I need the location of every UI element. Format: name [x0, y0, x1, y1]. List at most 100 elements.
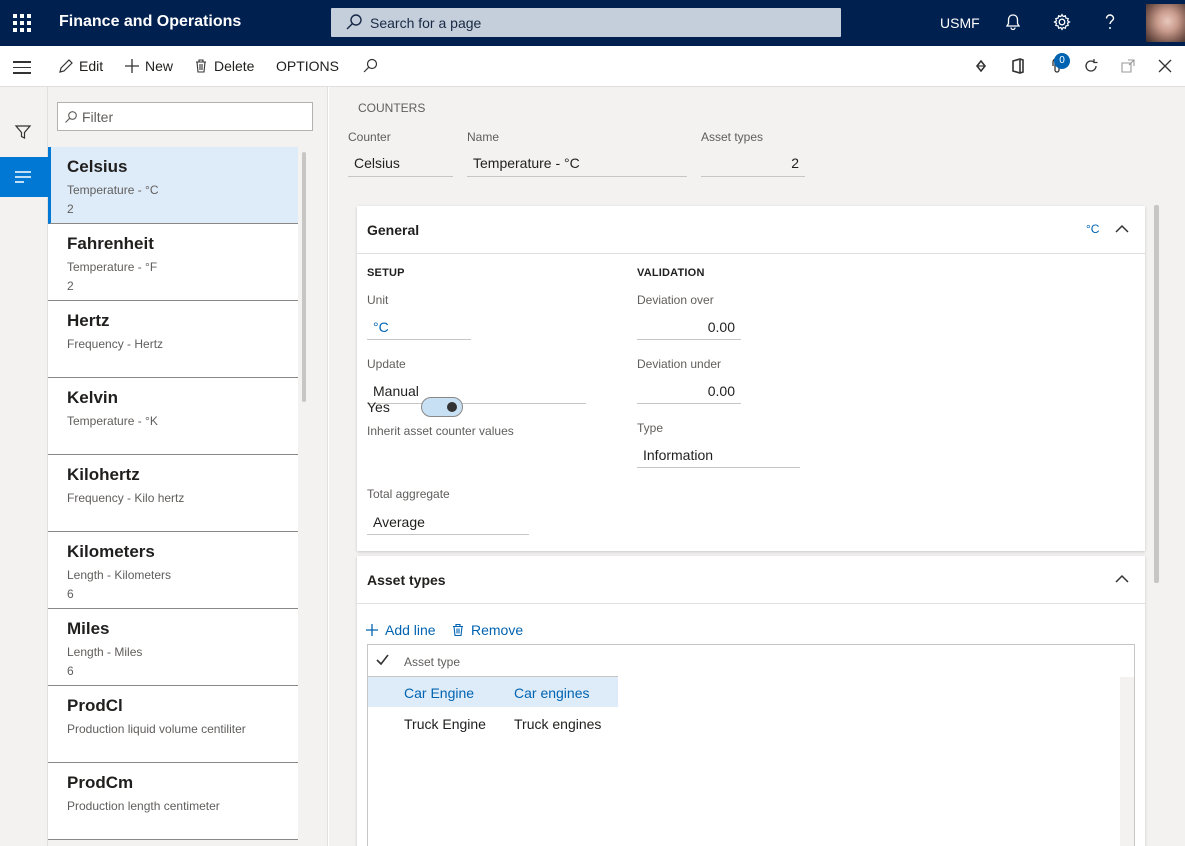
- asset-types-grid: Asset type Car Engine Car engines Truck …: [367, 644, 1135, 846]
- asset-types-title: Asset types: [367, 572, 446, 588]
- list-item[interactable]: Fahrenheit Temperature - °F 2: [48, 224, 298, 301]
- office-icon[interactable]: [1009, 57, 1027, 75]
- name-field[interactable]: Temperature - °C: [467, 149, 687, 177]
- list-item-title: Kilometers: [67, 542, 155, 561]
- filter-icon[interactable]: [14, 123, 32, 141]
- asset-type-cell[interactable]: Car Engine: [404, 685, 474, 701]
- power-apps-icon[interactable]: [972, 57, 990, 75]
- unit-label: Unit: [367, 293, 389, 307]
- delete-button[interactable]: Delete: [193, 58, 254, 74]
- details-scrollbar[interactable]: [1154, 205, 1159, 583]
- unit-field[interactable]: °C: [367, 312, 471, 340]
- filter-box[interactable]: [57, 102, 313, 131]
- remove-label: Remove: [471, 622, 524, 638]
- update-label: Update: [367, 357, 406, 371]
- open-in-new-window-icon[interactable]: [1119, 57, 1137, 75]
- find-button[interactable]: [362, 58, 378, 74]
- asset-type-column-header[interactable]: Asset type: [404, 655, 460, 669]
- add-line-label: Add line: [385, 622, 436, 638]
- general-summary: °C: [1086, 222, 1100, 236]
- refresh-icon[interactable]: [1082, 57, 1100, 75]
- inherit-toggle[interactable]: [421, 397, 463, 417]
- list-item-title: Kelvin: [67, 388, 119, 407]
- page-caption: COUNTERS: [358, 101, 426, 115]
- total-aggregate-label: Total aggregate: [367, 487, 450, 501]
- company-picker[interactable]: USMF: [940, 15, 980, 31]
- list-item-subtitle: Production liquid volume centiliter: [67, 722, 246, 736]
- general-fasttab-header[interactable]: General °C: [357, 206, 1145, 254]
- add-line-button[interactable]: Add line: [365, 622, 436, 638]
- table-row[interactable]: Car Engine Car engines: [368, 677, 618, 707]
- hamburger-menu-icon[interactable]: [13, 61, 31, 78]
- bell-icon[interactable]: [1003, 12, 1023, 32]
- user-avatar[interactable]: [1146, 4, 1185, 42]
- left-rail: [0, 87, 48, 846]
- asset-type-name-cell: Truck engines: [514, 716, 602, 732]
- list-item-title: Kilohertz: [67, 465, 140, 484]
- options-button[interactable]: OPTIONS: [276, 58, 339, 74]
- list-item[interactable]: Kilohertz Frequency - Kilo hertz: [48, 455, 298, 532]
- deviation-over-label: Deviation over: [637, 293, 714, 307]
- list-scrollbar[interactable]: [302, 152, 306, 402]
- name-label: Name: [467, 130, 500, 144]
- list-item[interactable]: ProdCl Production liquid volume centilit…: [48, 686, 298, 763]
- plus-icon: [366, 624, 378, 636]
- grid-scrollbar[interactable]: [1120, 677, 1134, 846]
- list-item-subtitle: Production length centimeter: [67, 799, 220, 813]
- total-aggregate-field[interactable]: Average: [367, 507, 529, 535]
- list-item-count: 2: [67, 279, 74, 293]
- table-row[interactable]: Truck Engine Truck engines: [368, 708, 618, 738]
- app-launcher-icon[interactable]: [13, 14, 31, 32]
- filter-input[interactable]: [82, 107, 302, 127]
- list-item-title: Celsius: [67, 157, 128, 176]
- chevron-up-icon[interactable]: [1115, 574, 1129, 584]
- gear-icon[interactable]: [1052, 12, 1072, 32]
- deviation-under-label: Deviation under: [637, 357, 722, 371]
- list-item[interactable]: Kilometers Length - Kilometers 6: [48, 532, 298, 609]
- list-panel: Celsius Temperature - °C 2 Fahrenheit Te…: [48, 87, 328, 846]
- deviation-under-field[interactable]: 0.00: [637, 376, 741, 404]
- list-item-count: 6: [67, 664, 74, 678]
- close-icon[interactable]: [1156, 57, 1174, 75]
- select-all-checkmark-icon[interactable]: [376, 654, 389, 666]
- list-item[interactable]: Miles Length - Miles 6: [48, 609, 298, 686]
- app-title[interactable]: Finance and Operations: [59, 13, 241, 31]
- asset-types-fasttab: Asset types Add line Remove Asset type C…: [357, 556, 1145, 846]
- general-fasttab: General °C SETUP Unit °C Update Manual I…: [357, 206, 1145, 551]
- delete-button-label: Delete: [214, 58, 255, 74]
- list-item-subtitle: Temperature - °C: [67, 183, 159, 197]
- remove-button[interactable]: Remove: [451, 622, 523, 638]
- update-field[interactable]: Manual: [367, 376, 586, 404]
- list-item-title: Hertz: [67, 311, 110, 330]
- search-icon: [363, 58, 378, 73]
- list-item[interactable]: Celsius Temperature - °C 2: [48, 147, 298, 224]
- deviation-over-field[interactable]: 0.00: [637, 312, 741, 340]
- list-item-title: Fahrenheit: [67, 234, 154, 253]
- chevron-up-icon[interactable]: [1115, 224, 1129, 234]
- new-button[interactable]: New: [124, 58, 173, 74]
- list-item[interactable]: Kelvin Temperature - °K: [48, 378, 298, 455]
- list-view-toggle[interactable]: [0, 157, 48, 197]
- pencil-icon: [59, 59, 73, 73]
- search-icon: [65, 111, 77, 123]
- page-search-box[interactable]: Search for a page: [331, 8, 841, 37]
- asset-types-fasttab-header[interactable]: Asset types: [357, 556, 1145, 604]
- list-item[interactable]: ProdCm Production length centimeter: [48, 763, 298, 840]
- options-button-label: OPTIONS: [276, 58, 340, 74]
- help-icon[interactable]: [1100, 12, 1120, 32]
- list-item-subtitle: Length - Miles: [67, 645, 143, 659]
- list-item[interactable]: Hertz Frequency - Hertz: [48, 301, 298, 378]
- asset-type-name-cell: Car engines: [514, 685, 590, 701]
- edit-button[interactable]: Edit: [58, 58, 103, 74]
- list-item-count: 6: [67, 587, 74, 601]
- trash-icon: [453, 623, 463, 637]
- asset-type-cell[interactable]: Truck Engine: [404, 716, 486, 732]
- counter-field[interactable]: Celsius: [348, 149, 453, 177]
- list-item-subtitle: Temperature - °F: [67, 260, 158, 274]
- inherit-toggle-label: Yes: [367, 399, 390, 415]
- asset-types-count-label: Asset types: [701, 130, 764, 144]
- action-pane: Edit New Delete OPTIONS 0: [0, 46, 1185, 87]
- counter-list: Celsius Temperature - °C 2 Fahrenheit Te…: [48, 147, 298, 840]
- type-field[interactable]: Information: [637, 440, 800, 468]
- search-icon: [346, 14, 362, 30]
